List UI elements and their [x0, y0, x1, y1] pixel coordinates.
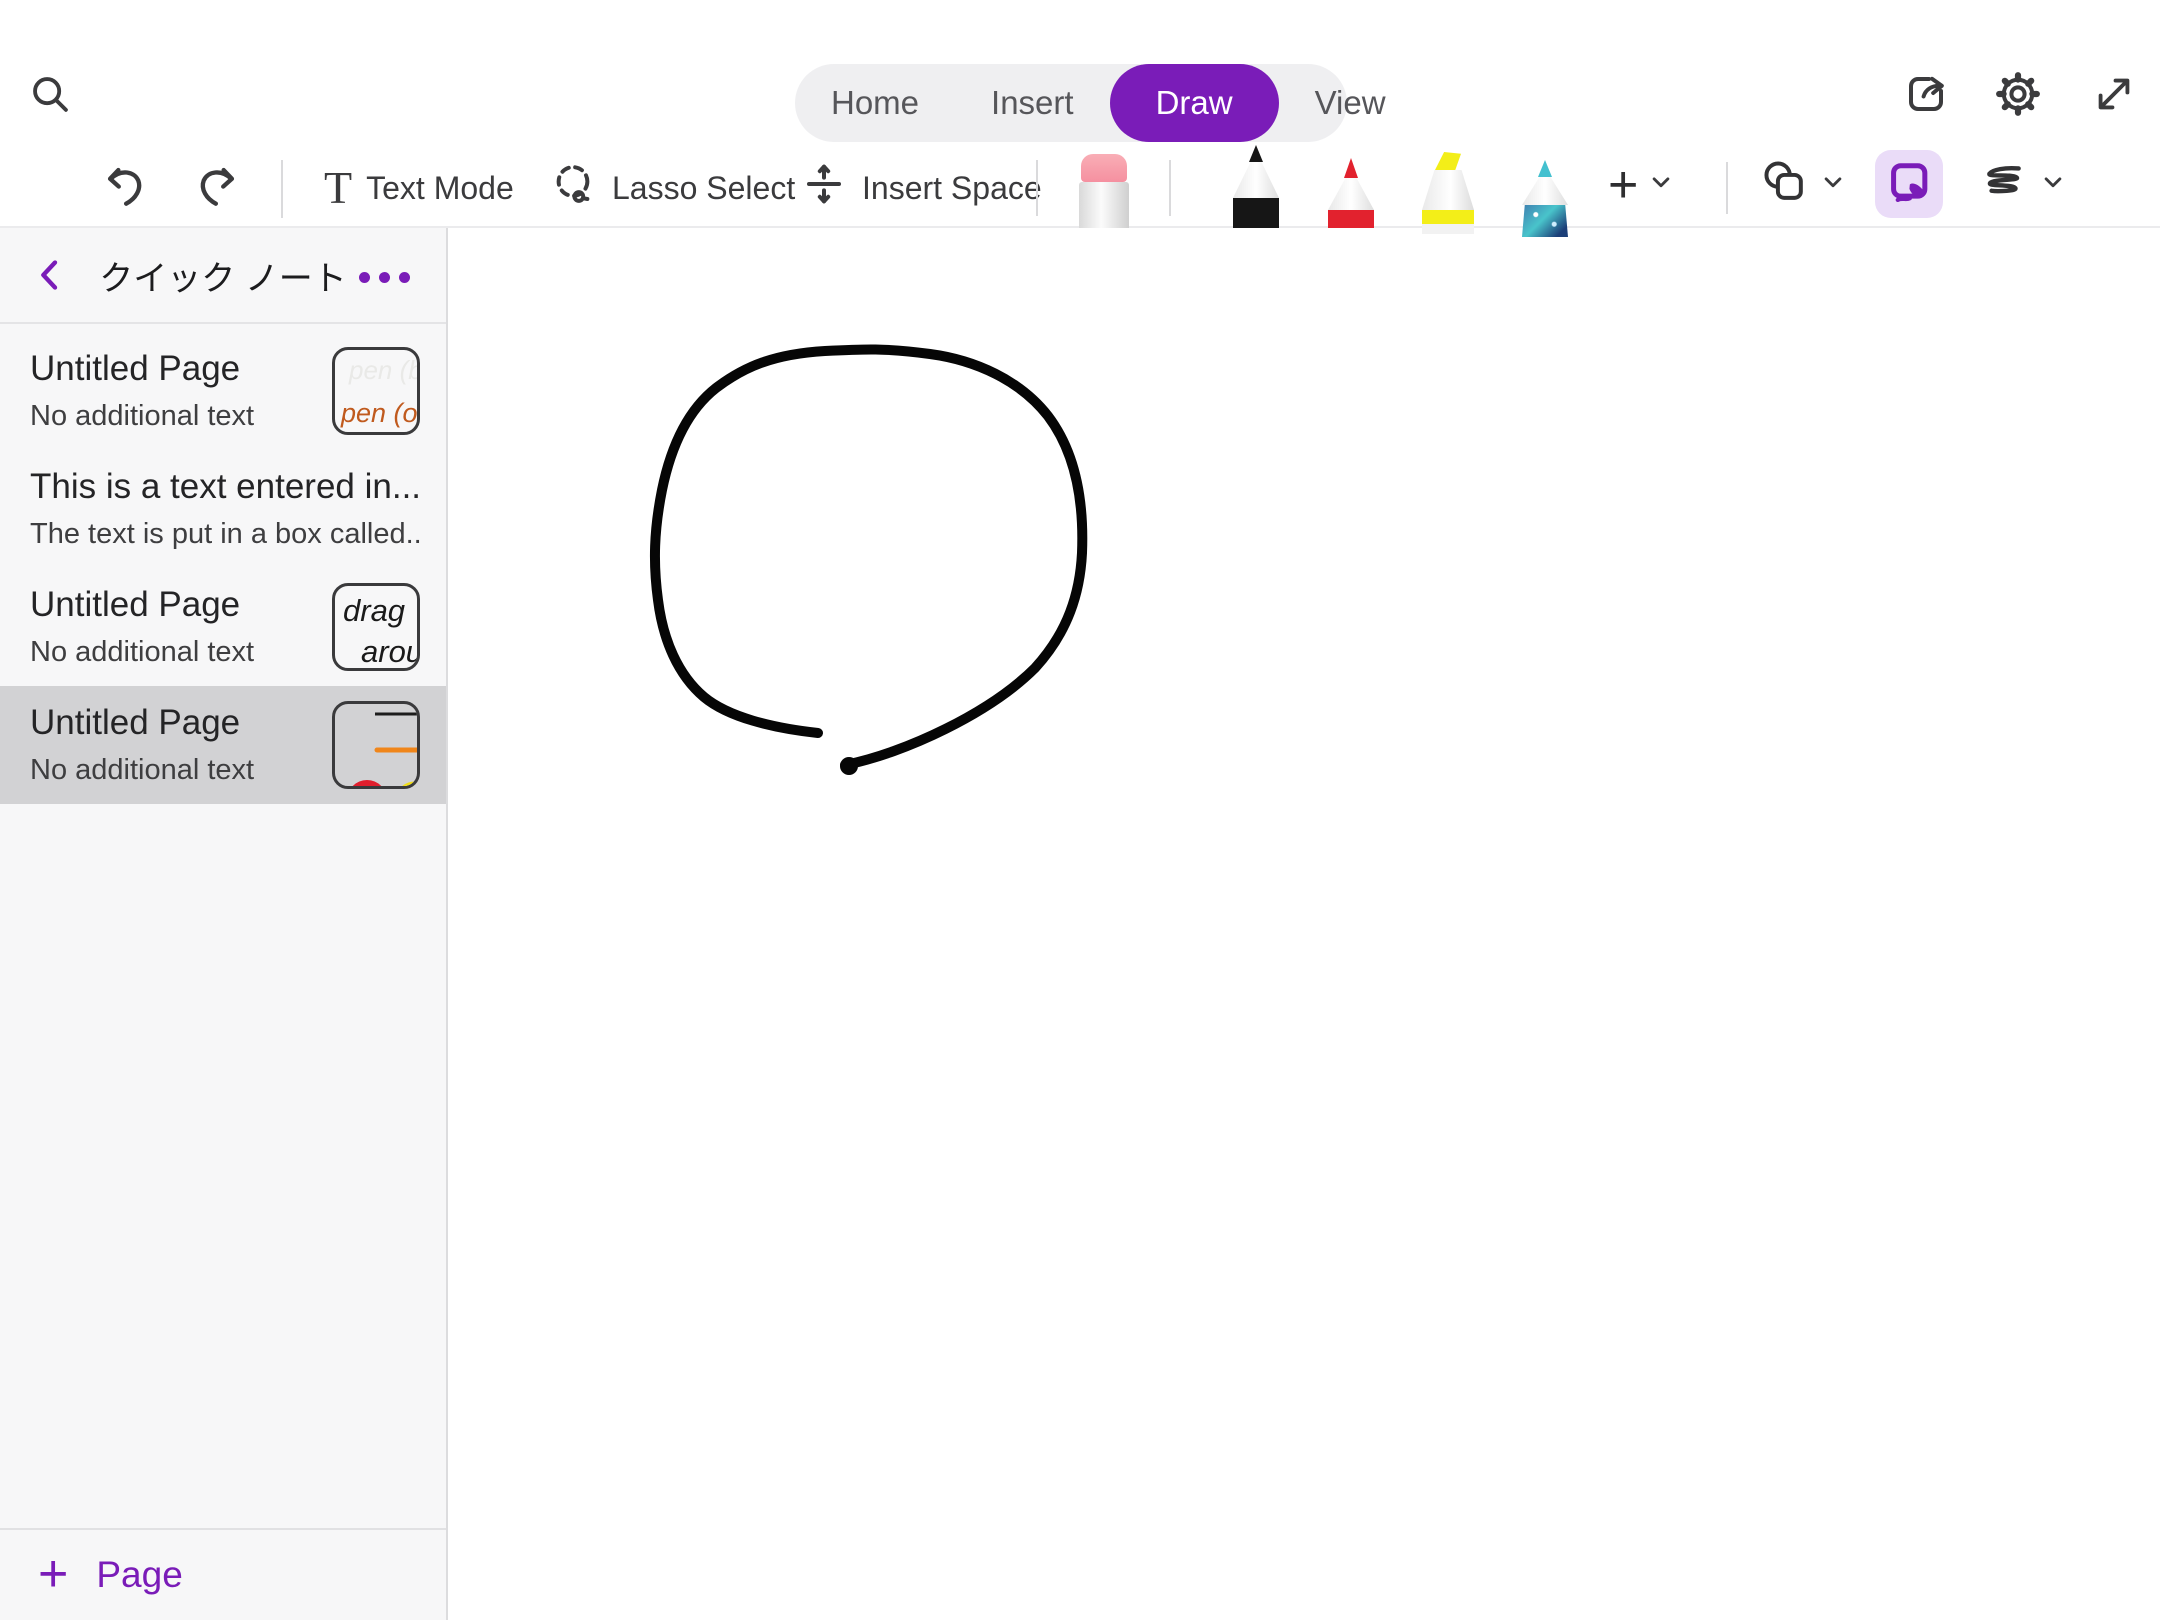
fullscreen-button[interactable]: [2086, 66, 2142, 122]
pen-body: [1233, 198, 1279, 228]
ink-note-icon: [1884, 157, 1934, 212]
tab-insert[interactable]: Insert: [955, 64, 1110, 142]
pen-body: [1328, 210, 1374, 228]
black-pen-tool[interactable]: [1233, 145, 1279, 228]
lasso-select-label: Lasso Select: [612, 169, 796, 206]
pen-cone: [1233, 162, 1279, 198]
redo-button[interactable]: [186, 158, 244, 216]
pen-cone: [1328, 178, 1374, 210]
share-button[interactable]: [1898, 66, 1954, 122]
redo-icon: [189, 161, 241, 213]
add-pen-button[interactable]: +: [1608, 158, 1676, 214]
toolbar-divider: [1726, 162, 1728, 214]
thumbnail-sketch: [352, 712, 417, 786]
red-pen-tool[interactable]: [1328, 158, 1374, 228]
ellipsis-icon: [359, 272, 370, 283]
add-page-label: Page: [96, 1554, 183, 1595]
page-item-2[interactable]: This is a text entered in... The text is…: [0, 450, 446, 568]
add-page-button[interactable]: + Page: [0, 1528, 446, 1620]
plus-icon: +: [38, 1545, 69, 1604]
page-sidebar: クイック ノート Untitled Page No additional tex…: [0, 228, 448, 1620]
lasso-select-button[interactable]: Lasso Select: [548, 160, 795, 216]
page-subtitle: No additional text: [30, 754, 255, 786]
highlighter-band: [1422, 210, 1474, 224]
page-subtitle: No additional text: [30, 400, 255, 432]
drawing-canvas[interactable]: [450, 228, 2160, 1620]
lasso-icon: [548, 159, 598, 217]
insert-space-icon: [800, 160, 848, 216]
search-icon: [27, 71, 73, 117]
page-item-3[interactable]: Untitled Page No additional text drag ar…: [0, 568, 446, 686]
highlighter-tip: [1435, 152, 1461, 170]
page-title: This is a text entered in...: [30, 467, 420, 506]
shapes-icon: [1760, 157, 1810, 215]
pen-tip: [1344, 158, 1358, 178]
ink-to-shape-button[interactable]: [1978, 158, 2068, 214]
highlighter-body: [1422, 170, 1474, 210]
chevron-down-icon: [1818, 167, 1848, 205]
top-toolbar: Home Insert Draw View T Text Mode Lasso …: [0, 0, 2160, 237]
pen-tip: [1538, 160, 1552, 177]
yellow-highlighter-tool[interactable]: [1422, 152, 1474, 234]
highlighter-base: [1422, 224, 1474, 234]
eraser-body: [1079, 182, 1129, 228]
gear-icon: [1994, 70, 2042, 118]
page-item-4-selected[interactable]: Untitled Page No additional text: [0, 686, 446, 804]
page-thumbnail: pen (bl pen (ora: [332, 347, 420, 435]
scribble-icon: [1978, 157, 2028, 215]
pen-body: [1522, 205, 1568, 237]
undo-button[interactable]: [98, 158, 156, 216]
pen-cone: [1522, 177, 1568, 205]
toolbar-divider: [1169, 160, 1171, 216]
galaxy-pen-tool[interactable]: [1522, 160, 1568, 237]
toolbar-divider: [281, 160, 283, 218]
expand-icon: [2091, 71, 2137, 117]
chevron-left-icon: [30, 255, 70, 295]
page-subtitle: No additional text: [30, 636, 255, 668]
share-icon: [1902, 70, 1950, 118]
eraser-cap: [1081, 154, 1127, 182]
plus-icon: +: [1608, 156, 1639, 215]
page-title: Untitled Page: [30, 585, 241, 624]
more-options-button[interactable]: [359, 272, 410, 283]
page-list: Untitled Page No additional text pen (bl…: [0, 324, 446, 804]
text-mode-label: Text Mode: [366, 169, 514, 206]
page-title: Untitled Page: [30, 703, 241, 742]
text-mode-icon: T: [324, 162, 353, 213]
ink-note-button-active[interactable]: [1875, 150, 1943, 218]
page-thumbnail: [332, 701, 420, 789]
settings-button[interactable]: [1990, 66, 2046, 122]
tab-home[interactable]: Home: [795, 64, 955, 142]
ink-stroke-circle: [649, 344, 1088, 775]
search-button[interactable]: [24, 68, 76, 120]
back-button[interactable]: [30, 255, 70, 295]
chevron-down-icon: [2038, 167, 2068, 205]
page-subtitle: The text is put in a box called...: [30, 518, 420, 550]
tab-view[interactable]: View: [1279, 64, 1422, 142]
pen-tip: [1249, 145, 1263, 162]
page-item-1[interactable]: Untitled Page No additional text pen (bl…: [0, 332, 446, 450]
text-mode-button[interactable]: T Text Mode: [324, 160, 514, 216]
toolbar-divider: [1036, 160, 1038, 216]
sidebar-header: クイック ノート: [0, 228, 446, 324]
shapes-button[interactable]: [1760, 158, 1848, 214]
chevron-down-icon: [1646, 167, 1676, 205]
insert-space-button[interactable]: Insert Space: [800, 160, 1042, 216]
eraser-tool[interactable]: [1079, 154, 1129, 228]
undo-icon: [101, 161, 153, 213]
ribbon-tab-strip: Home Insert Draw View: [795, 64, 1386, 142]
onenote-app: Home Insert Draw View T Text Mode Lasso …: [0, 0, 2160, 1620]
page-title: Untitled Page: [30, 349, 241, 388]
tab-draw[interactable]: Draw: [1109, 64, 1279, 142]
page-thumbnail: drag arou: [332, 583, 420, 671]
insert-space-label: Insert Space: [862, 169, 1042, 206]
